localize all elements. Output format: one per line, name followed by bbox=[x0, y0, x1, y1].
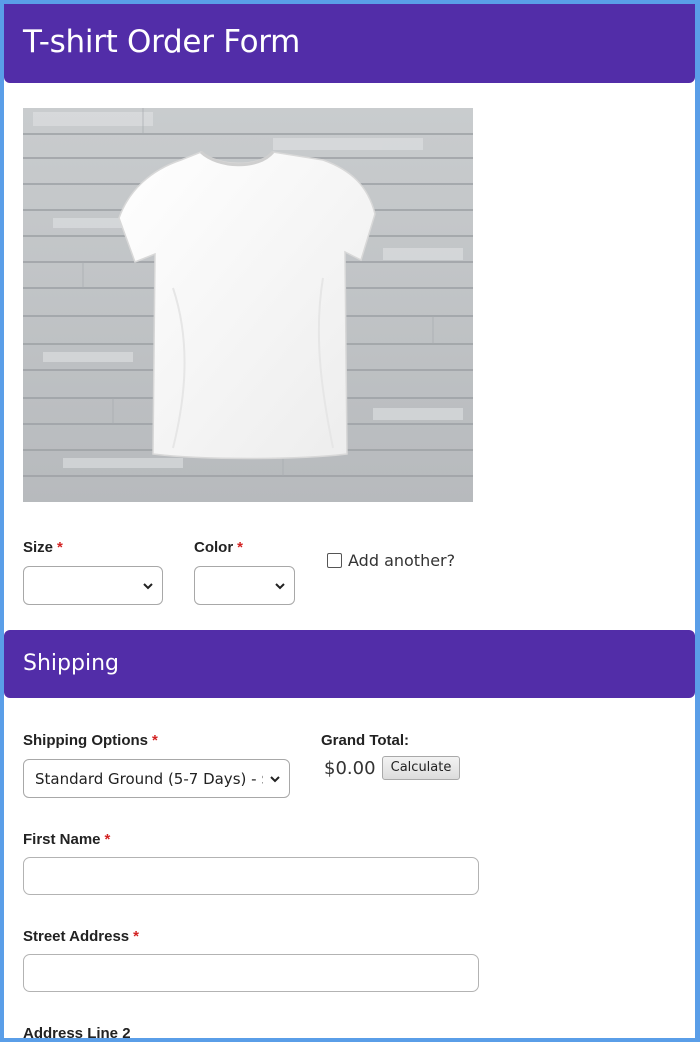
chevron-down-icon bbox=[275, 583, 285, 590]
add-another-label[interactable]: Add another? bbox=[348, 551, 455, 570]
shipping-section-banner: Shipping bbox=[4, 630, 695, 698]
size-select[interactable] bbox=[23, 566, 163, 605]
color-select[interactable] bbox=[194, 566, 295, 605]
address-line-2-label: Address Line 2 bbox=[23, 1025, 131, 1038]
street-address-input[interactable] bbox=[23, 954, 479, 992]
first-name-label-text: First Name bbox=[23, 831, 101, 848]
chevron-down-icon bbox=[143, 583, 153, 590]
grand-total-label: Grand Total: bbox=[321, 732, 410, 749]
calculate-button[interactable]: Calculate bbox=[382, 756, 460, 780]
shipping-options-label-text: Shipping Options bbox=[23, 732, 148, 749]
street-address-label-text: Street Address bbox=[23, 928, 130, 945]
required-marker: * bbox=[104, 831, 111, 848]
add-another-checkbox[interactable] bbox=[327, 553, 342, 568]
size-label-text: Size bbox=[23, 539, 54, 556]
grand-total-value: $0.00 bbox=[324, 758, 376, 779]
shipping-options-value: Standard Ground (5-7 Days) - $6 bbox=[35, 769, 263, 788]
tshirt-photo bbox=[23, 108, 473, 502]
first-name-input[interactable] bbox=[23, 857, 479, 895]
required-marker: * bbox=[133, 928, 139, 945]
size-label: Size * bbox=[23, 539, 63, 556]
page-title: T-shirt Order Form bbox=[23, 24, 301, 60]
section-title: Shipping bbox=[23, 651, 119, 676]
color-label-text: Color bbox=[194, 539, 234, 556]
required-marker: * bbox=[57, 539, 63, 556]
form-page: T-shirt Order Form Size * Color * Add an… bbox=[4, 4, 695, 1038]
form-header-banner: T-shirt Order Form bbox=[4, 4, 695, 83]
shipping-options-label: Shipping Options * bbox=[23, 732, 158, 749]
required-marker: * bbox=[237, 539, 244, 556]
first-name-label: First Name * bbox=[23, 831, 110, 848]
street-address-label: Street Address * bbox=[23, 928, 139, 945]
color-label: Color * bbox=[194, 539, 243, 556]
required-marker: * bbox=[151, 732, 158, 749]
shipping-options-select[interactable]: Standard Ground (5-7 Days) - $6 bbox=[23, 759, 290, 798]
add-another-option[interactable]: Add another? bbox=[327, 551, 455, 570]
chevron-down-icon bbox=[270, 776, 280, 783]
